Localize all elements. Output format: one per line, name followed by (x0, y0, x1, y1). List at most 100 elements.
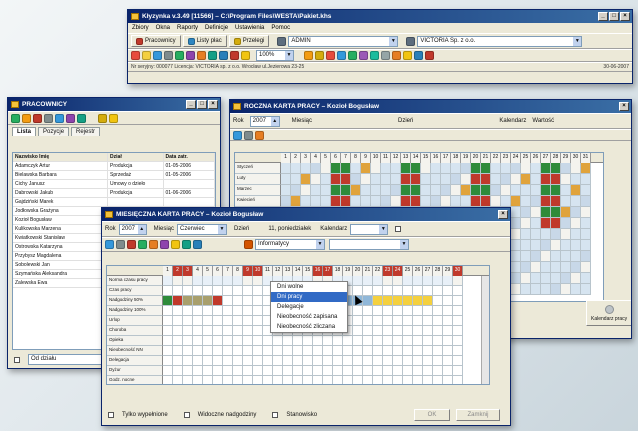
day-cell[interactable] (423, 356, 433, 366)
day-cell[interactable] (213, 346, 223, 356)
day-cell[interactable] (373, 356, 383, 366)
day-cell[interactable] (403, 316, 413, 326)
day-cell[interactable] (353, 316, 363, 326)
day-cell[interactable] (253, 366, 263, 376)
day-cell[interactable] (521, 174, 531, 185)
day-cell[interactable] (421, 185, 431, 196)
day-cell[interactable] (501, 196, 511, 207)
day-cell[interactable] (363, 276, 373, 286)
day-cell[interactable] (273, 366, 283, 376)
minimize-button[interactable]: _ (598, 12, 608, 21)
day-cell[interactable] (363, 306, 373, 316)
day-cell[interactable] (331, 163, 341, 174)
nadgodziny-checkbox[interactable] (183, 412, 190, 418)
day-cell[interactable] (193, 326, 203, 336)
day-cell[interactable] (403, 276, 413, 286)
money-icon[interactable] (315, 51, 324, 60)
day-cell[interactable] (311, 174, 321, 185)
table-row[interactable]: Gajdziński Marek (13, 198, 215, 207)
day-cell[interactable] (381, 185, 391, 196)
day-cell[interactable] (353, 356, 363, 366)
day-cell[interactable] (461, 174, 471, 185)
day-cell[interactable] (361, 163, 371, 174)
minimize-button[interactable]: _ (186, 100, 196, 109)
day-cell[interactable] (293, 366, 303, 376)
day-cell[interactable] (391, 185, 401, 196)
day-cell[interactable] (383, 346, 393, 356)
bank-icon[interactable] (370, 51, 379, 60)
day-cell[interactable] (371, 174, 381, 185)
day-cell[interactable] (381, 196, 391, 207)
export-icon[interactable] (98, 113, 107, 123)
day-cell[interactable] (293, 336, 303, 346)
day-cell[interactable] (393, 356, 403, 366)
table-row[interactable]: Cichy Janusz Umowy o dzieło (13, 180, 215, 189)
day-cell[interactable] (511, 240, 521, 251)
day-cell[interactable] (571, 163, 581, 174)
day-cell[interactable] (203, 346, 213, 356)
day-cell[interactable] (393, 346, 403, 356)
day-cell[interactable] (291, 185, 301, 196)
day-cell[interactable] (521, 163, 531, 174)
close-button[interactable]: × (208, 100, 218, 109)
day-cell[interactable] (401, 174, 411, 185)
day-cell[interactable] (163, 306, 173, 316)
menu-definicje[interactable]: Definicje (205, 23, 228, 33)
day-cell[interactable] (403, 306, 413, 316)
day-cell[interactable] (303, 376, 313, 384)
vertical-scrollbar[interactable] (481, 276, 489, 384)
year-spinner[interactable]: 2007 ▲ (249, 115, 280, 127)
day-cell[interactable] (223, 356, 233, 366)
day-cell[interactable] (481, 196, 491, 207)
przelegi-button[interactable]: Przelegi (228, 35, 270, 47)
day-cell[interactable] (393, 376, 403, 384)
day-cell[interactable] (293, 356, 303, 366)
day-cell[interactable] (531, 251, 541, 262)
day-cell[interactable] (561, 240, 571, 251)
day-cell[interactable] (531, 240, 541, 251)
day-cell[interactable] (301, 196, 311, 207)
day-cell[interactable] (443, 306, 453, 316)
day-cell[interactable] (253, 296, 263, 306)
day-cell[interactable] (353, 376, 363, 384)
day-cell[interactable] (393, 286, 403, 296)
day-cell[interactable] (461, 163, 471, 174)
day-cell[interactable] (413, 366, 423, 376)
day-cell[interactable] (453, 306, 463, 316)
day-cell[interactable] (373, 376, 383, 384)
day-cell[interactable] (541, 207, 551, 218)
day-cell[interactable] (501, 185, 511, 196)
col-name-header[interactable]: Nazwisko Imię (13, 153, 109, 161)
day-cell[interactable] (243, 346, 253, 356)
day-cell[interactable] (441, 163, 451, 174)
day-cell[interactable] (571, 284, 581, 295)
day-cell[interactable] (581, 273, 591, 284)
day-cell[interactable] (233, 316, 243, 326)
day-cell[interactable] (391, 196, 401, 207)
day-cell[interactable] (571, 273, 581, 284)
day-cell[interactable] (401, 163, 411, 174)
day-cell[interactable] (433, 286, 443, 296)
day-cell[interactable] (511, 284, 521, 295)
day-cell[interactable] (283, 366, 293, 376)
day-cell[interactable] (511, 262, 521, 273)
tab-rejestr[interactable]: Rejestr (71, 127, 101, 136)
day-cell[interactable] (383, 276, 393, 286)
day-cell[interactable] (233, 296, 243, 306)
day-cell[interactable] (551, 284, 561, 295)
day-cell[interactable] (233, 286, 243, 296)
chart-icon[interactable] (255, 130, 264, 140)
day-cell[interactable] (363, 286, 373, 296)
day-cell[interactable] (193, 376, 203, 384)
day-cell[interactable] (353, 276, 363, 286)
day-cell[interactable] (393, 296, 403, 306)
day-cell[interactable] (551, 218, 561, 229)
ctx-dni-wolne[interactable]: Dni wolne (271, 282, 347, 292)
day-cell[interactable] (383, 286, 393, 296)
day-cell[interactable] (311, 163, 321, 174)
ok-button[interactable]: OK (414, 409, 450, 421)
day-cell[interactable] (173, 336, 183, 346)
help-icon[interactable] (241, 51, 250, 60)
day-cell[interactable] (451, 185, 461, 196)
print-icon[interactable] (116, 240, 125, 249)
